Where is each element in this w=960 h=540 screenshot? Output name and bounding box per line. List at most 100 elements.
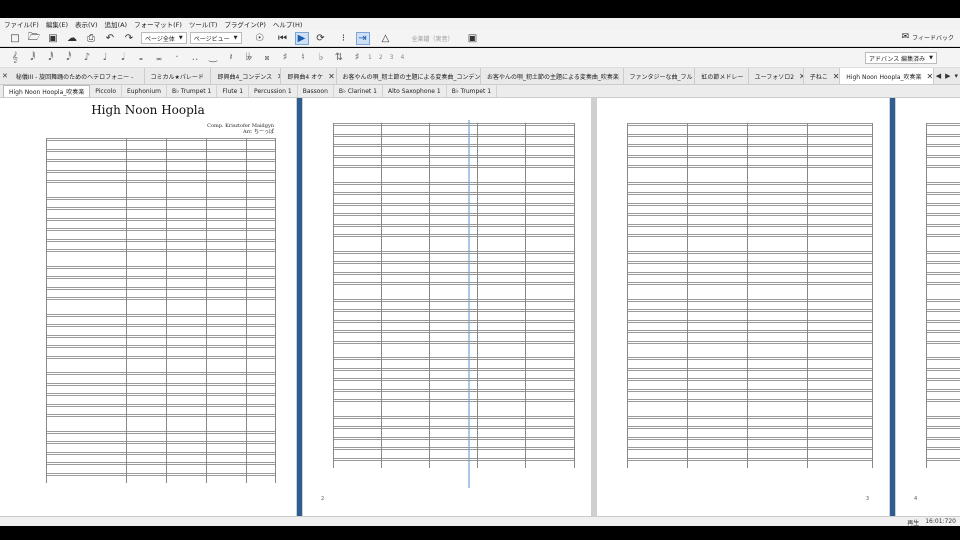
part-tab[interactable]: Bassoon — [298, 85, 334, 97]
note-input-mode-icon[interactable]: 𝄞 — [8, 51, 22, 65]
quarter-note-icon[interactable]: ♩ — [98, 51, 112, 65]
doc-tab[interactable]: ユーフォソロ2✕ — [749, 68, 804, 84]
undo-icon[interactable]: ↶ — [103, 32, 117, 45]
double-sharp-icon[interactable]: 𝄪 — [260, 51, 274, 65]
part-tab[interactable]: Percussion 1 — [249, 85, 298, 97]
close-icon[interactable]: ✕ — [328, 72, 335, 81]
staff-line — [926, 123, 960, 126]
doc-tab[interactable]: 虹の節メドレー✕ — [695, 68, 749, 84]
part-tab[interactable]: Euphonium — [122, 85, 168, 97]
score-page-3[interactable]: 3 — [597, 98, 889, 516]
sharp-icon[interactable]: ♯ — [278, 51, 292, 65]
doc-tab[interactable]: 即興曲4 オケ ✕ — [281, 68, 337, 84]
mixer-icon[interactable]: ☉ — [253, 32, 267, 45]
score-page-1[interactable]: High Noon Hoopla Comp. Krisztofer Maidgy… — [0, 98, 296, 516]
voice-icon[interactable]: ♯ — [350, 51, 364, 65]
loop-icon[interactable]: ⟳ — [314, 32, 328, 45]
score-page-4[interactable]: 4 — [896, 98, 960, 516]
dot-icon[interactable]: · — [170, 51, 184, 65]
save-icon[interactable]: ▣ — [46, 32, 60, 45]
sixteenth-note-icon[interactable]: 𝅘𝅥𝅰 — [62, 51, 76, 65]
thirty-second-note-icon[interactable]: 𝅘𝅥𝅱 — [44, 51, 58, 65]
menu-file[interactable]: ファイル(F) — [4, 19, 39, 29]
play-icon[interactable]: ▶ — [294, 31, 309, 45]
voice-3-button[interactable]: 3 — [390, 54, 394, 61]
doc-tab[interactable]: ファンタジーな曲_フル✕ — [624, 68, 696, 84]
staff-line — [46, 180, 276, 183]
doc-tab[interactable]: コミカル★パレード✕ — [145, 68, 212, 84]
flat-icon[interactable]: ♭ — [314, 51, 328, 65]
close-icon[interactable]: ✕ — [833, 72, 840, 81]
doc-tab[interactable]: お客やんの唄_籾土節の主題による変奏曲_コンデンス✕ — [337, 68, 482, 84]
part-tab[interactable]: Piccolo — [90, 85, 123, 97]
breve-icon[interactable]: 𝅜 — [152, 51, 166, 65]
feedback-button[interactable]: ✉ フィードバック — [902, 32, 954, 42]
workspace-select[interactable]: アドバンス 編集済み ▼ — [865, 52, 937, 64]
double-dot-icon[interactable]: ‥ — [188, 51, 202, 65]
doc-tab-label: 秘儀III - 旋回舞踊のためのヘテロフォニー - — [15, 73, 134, 81]
doc-tab[interactable]: 秘儀III - 旋回舞踊のためのヘテロフォニー - — [10, 68, 145, 84]
rest-icon[interactable]: 𝄽 — [224, 51, 238, 65]
tie-icon[interactable]: ‿ — [206, 51, 220, 65]
score-page-2[interactable]: 2 — [303, 98, 591, 516]
menu-add[interactable]: 追加(A) — [105, 19, 128, 29]
image-capture-icon[interactable]: ▣ — [466, 32, 480, 45]
menu-format[interactable]: フォーマット(F) — [134, 19, 182, 29]
part-tab-label: High Noon Hoopla_吹奏楽 — [9, 89, 85, 96]
staff-line — [333, 213, 575, 216]
part-tab[interactable]: B♭ Clarinet 1 — [334, 85, 383, 97]
close-icon[interactable]: ✕ — [927, 72, 933, 81]
score-canvas[interactable]: High Noon Hoopla Comp. Krisztofer Maidgy… — [0, 98, 960, 516]
double-flat-icon[interactable]: 𝄫 — [242, 51, 256, 65]
natural-icon[interactable]: ♮ — [296, 51, 310, 65]
page-view-select[interactable]: ページビュー ▼ — [189, 32, 242, 44]
whole-note-icon[interactable]: 𝅝 — [134, 51, 148, 65]
redo-icon[interactable]: ↷ — [122, 32, 136, 45]
barline — [333, 123, 334, 468]
concert-pitch-toggle[interactable]: 全楽譜（実音） — [412, 34, 454, 43]
menu-tools[interactable]: ツール(T) — [189, 19, 218, 29]
metronome-icon[interactable]: △ — [379, 32, 393, 45]
doc-tab[interactable]: 子ねこ ✕ — [804, 68, 841, 84]
staff-line — [46, 441, 276, 444]
view-mode-select[interactable]: ページ全体 ▼ — [141, 32, 187, 44]
open-folder-icon[interactable]: 🗁 — [27, 32, 41, 45]
voice-2-button[interactable]: 2 — [379, 54, 383, 61]
sixty-fourth-note-icon[interactable]: 𝅘𝅥𝅲 — [26, 51, 40, 65]
part-tab[interactable]: B♭ Trumpet 1 — [167, 85, 218, 97]
chevron-left-icon[interactable]: ◀ — [934, 68, 943, 84]
chevron-down-icon[interactable]: ▾ — [952, 68, 960, 84]
part-tab[interactable]: Alto Saxophone 1 — [383, 85, 447, 97]
part-tab-score[interactable]: High Noon Hoopla_吹奏楽 — [3, 85, 91, 97]
eighth-note-icon[interactable]: ♪ — [80, 51, 94, 65]
doc-tab[interactable]: お客やんの唄_籾土節の主題による変奏曲_吹奏楽✕ — [481, 68, 624, 84]
new-file-icon[interactable]: □ — [8, 32, 22, 45]
menu-view[interactable]: 表示(V) — [75, 19, 98, 29]
print-icon[interactable]: ⎙ — [84, 32, 98, 45]
menu-edit[interactable]: 編集(E) — [46, 19, 68, 29]
part-tab[interactable]: B♭ Trumpet 1 — [447, 85, 498, 97]
staff-line — [926, 378, 960, 381]
voice-4-button[interactable]: 4 — [400, 54, 404, 61]
staff-line — [46, 372, 276, 375]
doc-tab-active[interactable]: High Noon Hoopla_吹奏楽 ✕ — [840, 68, 934, 84]
loop-in-icon[interactable]: ⁝ — [337, 32, 351, 45]
loop-out-icon[interactable]: ⇥ — [355, 31, 370, 45]
part-tab[interactable]: Flute 1 — [217, 85, 250, 97]
staff-line — [46, 265, 276, 269]
part-tab-label: Piccolo — [95, 87, 117, 95]
menu-plugins[interactable]: プラグイン(P) — [224, 19, 266, 29]
staff-line — [333, 399, 575, 402]
barline — [627, 123, 628, 468]
flip-direction-icon[interactable]: ⇅ — [332, 51, 346, 65]
staff-line — [627, 298, 873, 302]
rewind-icon[interactable]: ⏮ — [276, 32, 290, 45]
staff-line — [627, 340, 873, 344]
voice-1-button[interactable]: 1 — [368, 54, 372, 61]
close-icon[interactable]: ✕ — [0, 68, 10, 84]
half-note-icon[interactable]: 𝅘𝅥 — [116, 51, 130, 65]
cloud-upload-icon[interactable]: ☁ — [65, 32, 79, 45]
doc-tab[interactable]: 即興曲4_コンデンス✕ — [211, 68, 282, 84]
menu-help[interactable]: ヘルプ(H) — [273, 19, 302, 29]
chevron-right-icon[interactable]: ▶ — [943, 68, 952, 84]
